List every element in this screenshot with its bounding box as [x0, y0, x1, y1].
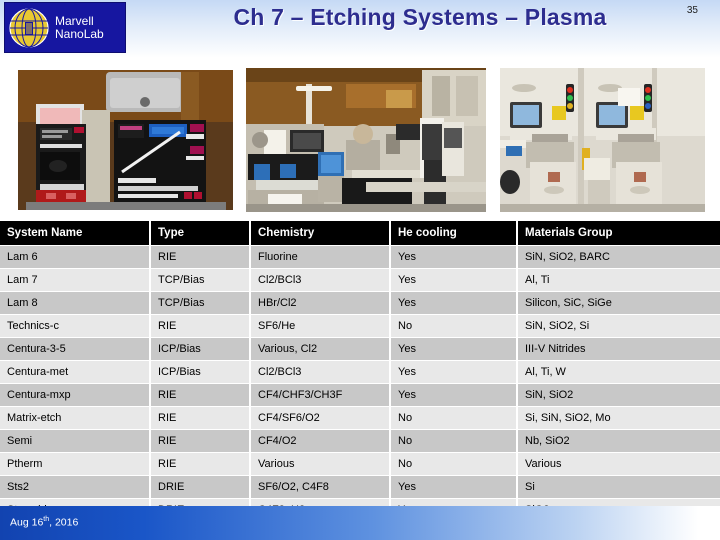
table-row: Centura-met ICP/Bias Cl2/BCl3 Yes Al, Ti…: [0, 360, 720, 384]
cell-chemistry: Cl2/BCl3: [250, 360, 391, 384]
cell-type: TCP/Bias: [150, 268, 251, 292]
cell-chemistry: HBr/Cl2: [250, 291, 391, 315]
cell-materials-group: Al, Ti, W: [517, 360, 720, 384]
cell-chemistry: Various, Cl2: [250, 337, 391, 361]
table-header-row: System Name Type Chemistry He cooling Ma…: [0, 221, 720, 246]
cell-system-name: Centura-3-5: [0, 337, 151, 361]
column-header-materials-group: Materials Group: [517, 221, 720, 246]
cell-materials-group: SiN, SiO2, Si: [517, 314, 720, 338]
table-header: System Name Type Chemistry He cooling Ma…: [0, 221, 720, 246]
cell-materials-group: Nb, SiO2: [517, 429, 720, 453]
photo-cleanroom-bay: [246, 62, 486, 220]
table-row: Centura-3-5 ICP/Bias Various, Cl2 Yes II…: [0, 337, 720, 361]
table-row: Lam 8 TCP/Bias HBr/Cl2 Yes Silicon, SiC,…: [0, 291, 720, 315]
cell-materials-group: Silicon, SiC, SiGe: [517, 291, 720, 315]
cell-he-cooling: Yes: [390, 245, 518, 269]
photo-strip: [0, 62, 720, 220]
cell-he-cooling: Yes: [390, 337, 518, 361]
table-row: Semi RIE CF4/O2 No Nb, SiO2: [0, 429, 720, 453]
cell-system-name: Lam 7: [0, 268, 151, 292]
table-row: Technics-c RIE SF6/He No SiN, SiO2, Si: [0, 314, 720, 338]
cell-he-cooling: Yes: [390, 475, 518, 499]
cell-chemistry: CF4/SF6/O2: [250, 406, 391, 430]
cell-type: RIE: [150, 314, 251, 338]
photo-benchtop-etchers: [18, 62, 233, 220]
cell-system-name: Lam 6: [0, 245, 151, 269]
cell-system-name: Centura-met: [0, 360, 151, 384]
cell-system-name: Sts2: [0, 475, 151, 499]
cell-he-cooling: Yes: [390, 268, 518, 292]
table-row: Lam 6 RIE Fluorine Yes SiN, SiO2, BARC: [0, 245, 720, 269]
footer-date: Aug 16th, 2016: [10, 516, 78, 529]
cell-chemistry: SF6/O2, C4F8: [250, 475, 391, 499]
cell-type: DRIE: [150, 475, 251, 499]
etching-systems-table: System Name Type Chemistry He cooling Ma…: [0, 221, 720, 522]
column-header-system-name: System Name: [0, 221, 151, 246]
cell-system-name: Technics-c: [0, 314, 151, 338]
cell-type: RIE: [150, 245, 251, 269]
cell-materials-group: III-V Nitrides: [517, 337, 720, 361]
cell-he-cooling: No: [390, 406, 518, 430]
cell-chemistry: Fluorine: [250, 245, 391, 269]
table-row: Centura-mxp RIE CF4/CHF3/CH3F Yes SiN, S…: [0, 383, 720, 407]
cell-type: RIE: [150, 383, 251, 407]
logo-text: Marvell NanoLab: [55, 13, 104, 41]
page-number: 35: [686, 5, 698, 16]
column-header-chemistry: Chemistry: [250, 221, 391, 246]
logo-line-2: NanoLab: [55, 26, 104, 41]
photo-cluster-etch-tools: [500, 62, 705, 220]
cell-chemistry: CF4/CHF3/CH3F: [250, 383, 391, 407]
slide-header: Marvell NanoLab Ch 7 – Etching Systems –…: [0, 0, 720, 58]
cell-system-name: Centura-mxp: [0, 383, 151, 407]
logo-line-1: Marvell: [55, 13, 94, 28]
cell-he-cooling: No: [390, 452, 518, 476]
marvell-nanolab-logo: Marvell NanoLab: [4, 2, 126, 53]
slide-footer: Aug 16th, 2016: [0, 506, 720, 540]
cell-type: RIE: [150, 429, 251, 453]
cell-type: RIE: [150, 452, 251, 476]
cell-materials-group: Si, SiN, SiO2, Mo: [517, 406, 720, 430]
footer-date-rest: , 2016: [49, 516, 79, 529]
table-row: Lam 7 TCP/Bias Cl2/BCl3 Yes Al, Ti: [0, 268, 720, 292]
cell-he-cooling: Yes: [390, 360, 518, 384]
globe-icon: [7, 6, 51, 50]
cell-materials-group: Si: [517, 475, 720, 499]
column-header-type: Type: [150, 221, 251, 246]
cell-he-cooling: No: [390, 429, 518, 453]
cell-chemistry: SF6/He: [250, 314, 391, 338]
cell-he-cooling: Yes: [390, 383, 518, 407]
table-body: Lam 6 RIE Fluorine Yes SiN, SiO2, BARC L…: [0, 245, 720, 522]
cell-system-name: Matrix-etch: [0, 406, 151, 430]
page-title: Ch 7 – Etching Systems – Plasma: [233, 4, 607, 30]
table-row: Sts2 DRIE SF6/O2, C4F8 Yes Si: [0, 475, 720, 499]
column-header-he-cooling: He cooling: [390, 221, 518, 246]
footer-date-main: Aug 16: [10, 516, 44, 529]
table-row: Ptherm RIE Various No Various: [0, 452, 720, 476]
cell-type: TCP/Bias: [150, 291, 251, 315]
cell-materials-group: SiN, SiO2, BARC: [517, 245, 720, 269]
cell-system-name: Semi: [0, 429, 151, 453]
cell-system-name: Ptherm: [0, 452, 151, 476]
cell-materials-group: SiN, SiO2: [517, 383, 720, 407]
cell-system-name: Lam 8: [0, 291, 151, 315]
cell-he-cooling: Yes: [390, 291, 518, 315]
cell-type: ICP/Bias: [150, 337, 251, 361]
cell-chemistry: Various: [250, 452, 391, 476]
cell-materials-group: Al, Ti: [517, 268, 720, 292]
cell-materials-group: Various: [517, 452, 720, 476]
table-row: Matrix-etch RIE CF4/SF6/O2 No Si, SiN, S…: [0, 406, 720, 430]
cell-he-cooling: No: [390, 314, 518, 338]
cell-type: RIE: [150, 406, 251, 430]
cell-chemistry: CF4/O2: [250, 429, 391, 453]
cell-chemistry: Cl2/BCl3: [250, 268, 391, 292]
cell-type: ICP/Bias: [150, 360, 251, 384]
